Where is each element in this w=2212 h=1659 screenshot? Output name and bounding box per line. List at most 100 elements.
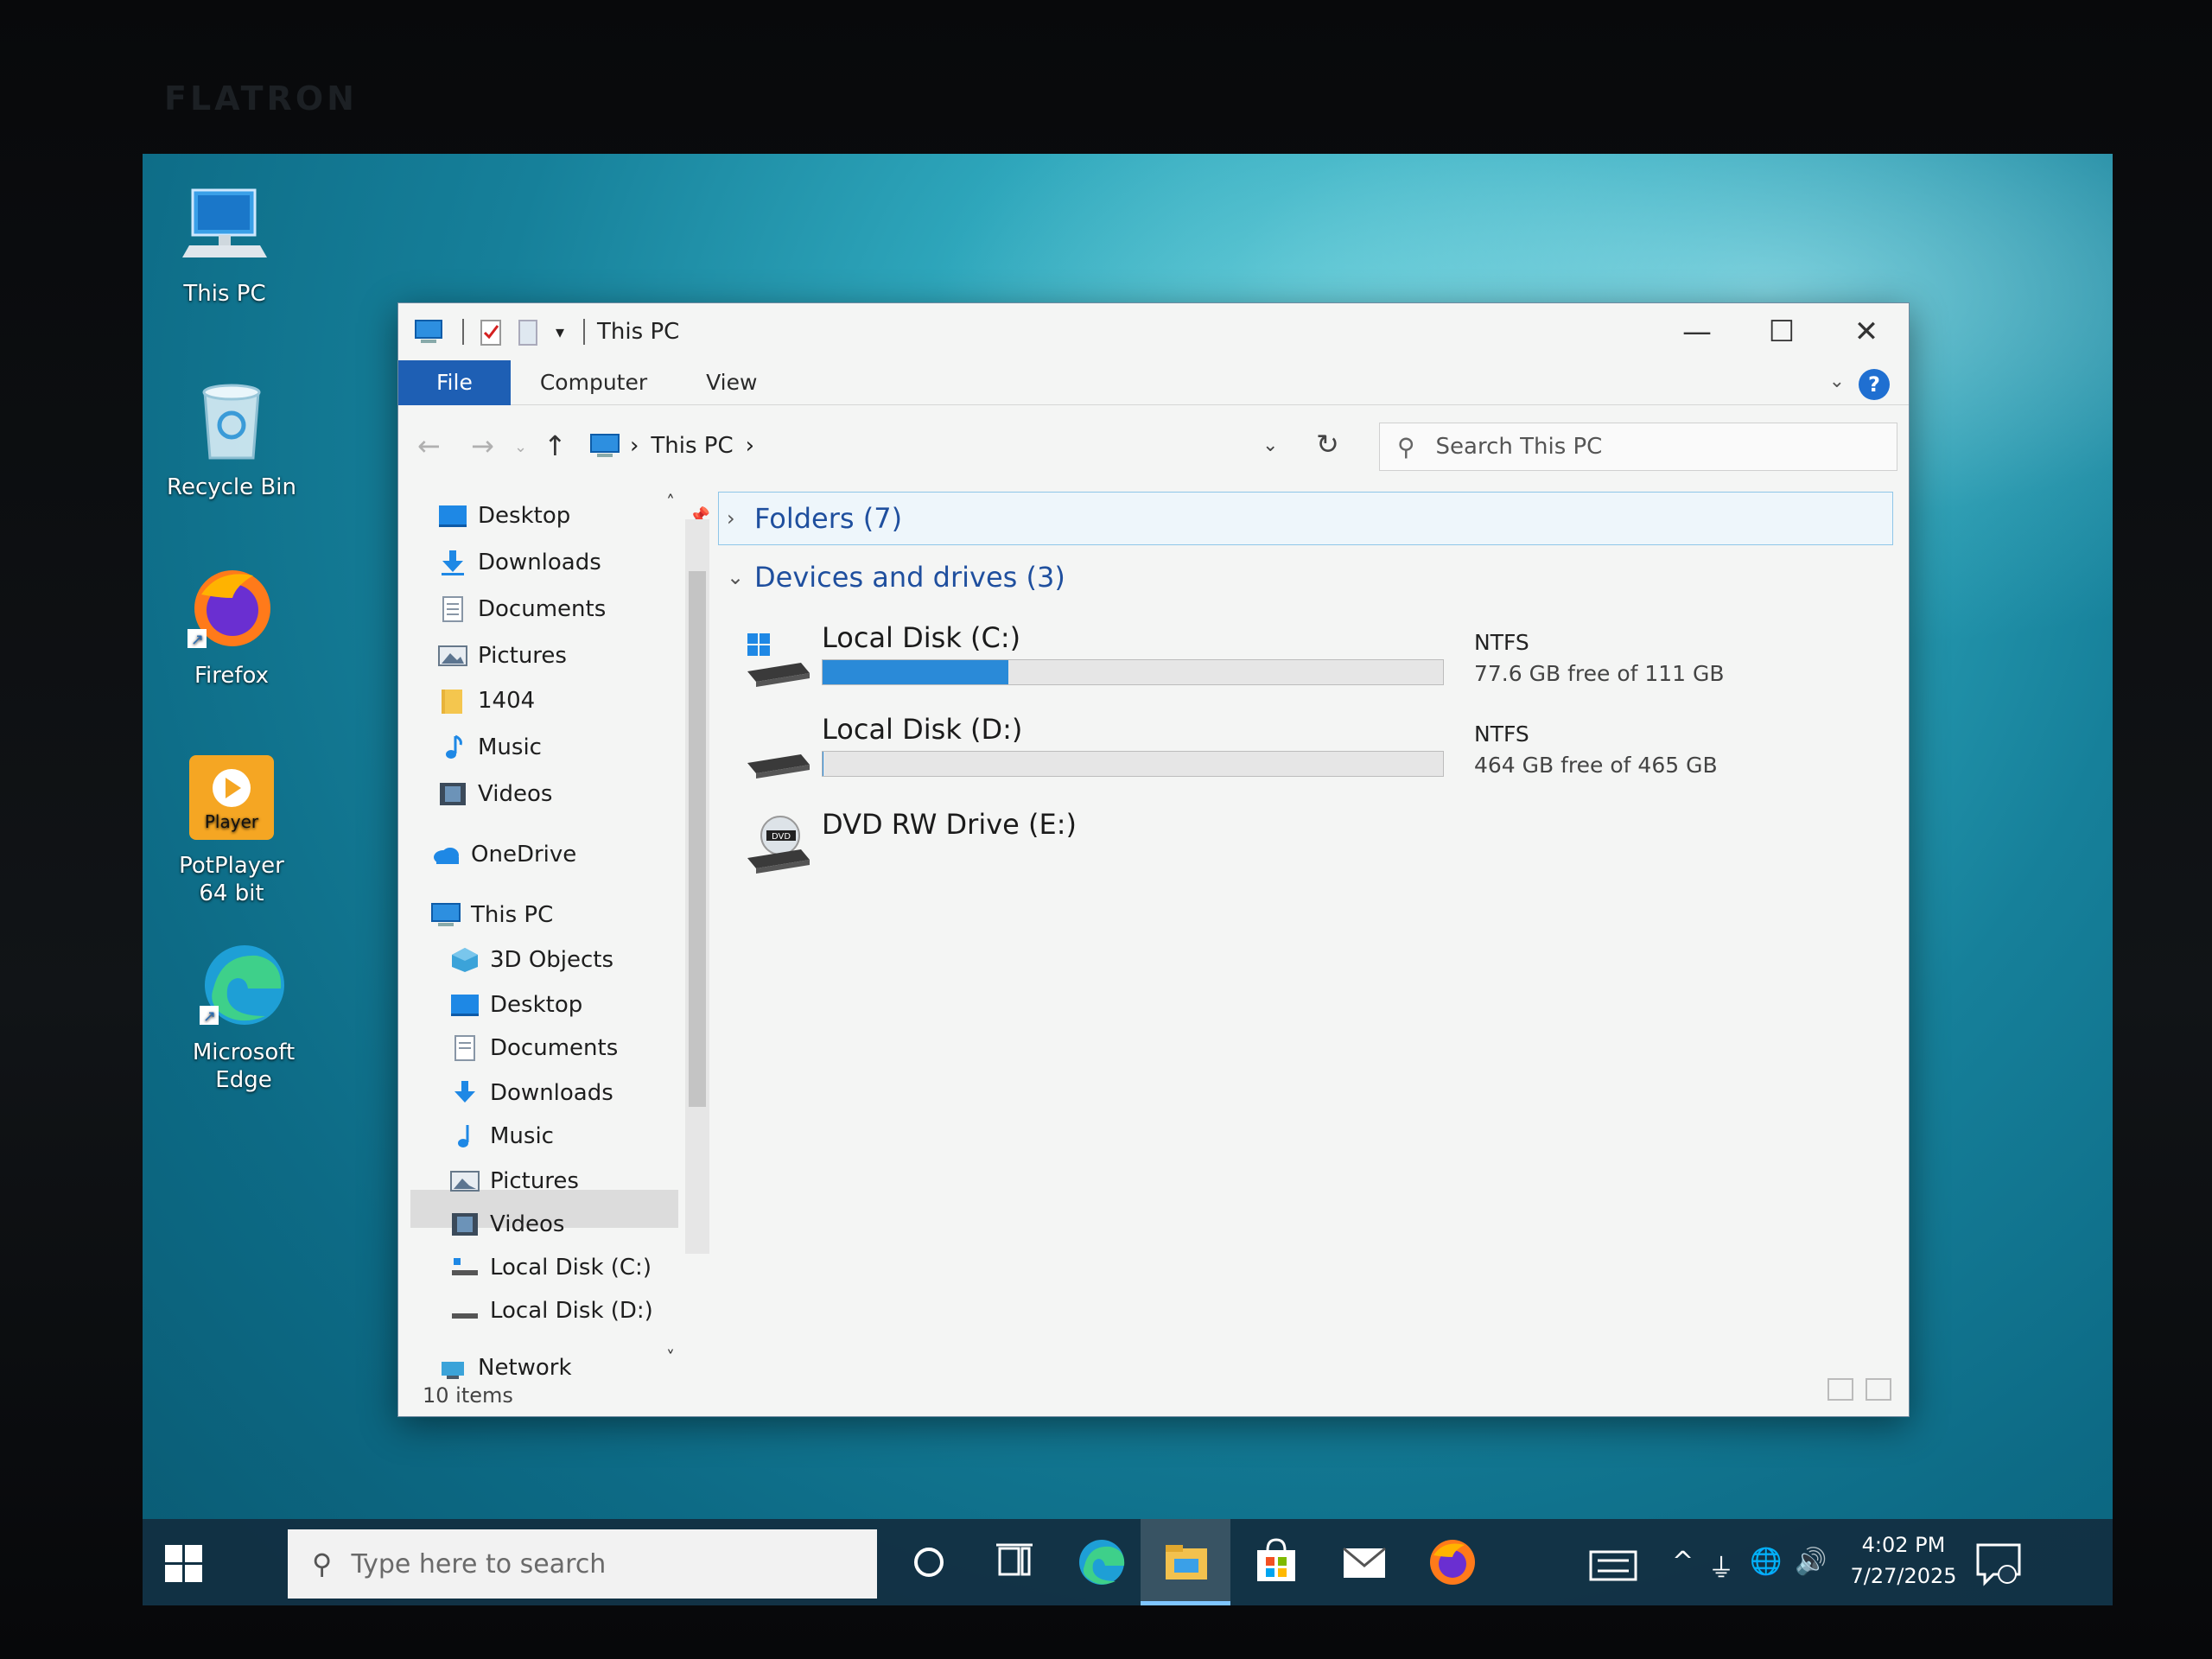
desktop-folder-icon — [439, 505, 467, 527]
large-icons-view-icon[interactable] — [1866, 1378, 1891, 1401]
file-explorer-icon[interactable] — [1160, 1536, 1212, 1588]
taskbar-search-input[interactable]: ⚲ Type here to search — [288, 1529, 877, 1599]
nav-item-videos[interactable]: Videos — [438, 777, 552, 811]
scrollbar-thumb[interactable] — [689, 571, 706, 1107]
address-dropdown-chevron-icon[interactable]: ⌄ — [1262, 435, 1278, 456]
nav-item-music[interactable]: Music — [450, 1119, 554, 1154]
nav-item-desktop[interactable]: Desktop — [450, 988, 582, 1022]
this-pc-icon — [431, 903, 461, 926]
desktop-icon-firefox[interactable]: ↗ Firefox — [149, 560, 314, 690]
drive-usage-fill — [823, 660, 1009, 684]
nav-scroll-up-icon[interactable]: ˄ — [666, 492, 675, 512]
drive-name: DVD RW Drive (E:) — [822, 808, 1077, 841]
nav-item-onedrive[interactable]: OneDrive — [431, 837, 576, 872]
cortana-icon[interactable] — [903, 1536, 955, 1588]
show-hidden-icons-chevron-icon[interactable]: ^ — [1672, 1547, 1694, 1577]
this-pc-icon — [177, 178, 272, 273]
clock[interactable]: 4:02 PM 7/27/2025 — [1843, 1529, 1964, 1592]
nav-item-3d-objects[interactable]: 3D Objects — [450, 943, 613, 977]
documents-icon — [454, 1035, 475, 1061]
volume-icon[interactable]: 🔊 — [1795, 1547, 1827, 1577]
store-icon[interactable] — [1250, 1536, 1302, 1588]
expand-ribbon-chevron-icon[interactable]: ⌄ — [1829, 371, 1845, 392]
nav-item-label: Network — [478, 1355, 572, 1381]
nav-item-label: Videos — [490, 1211, 565, 1237]
keyboard-icon[interactable] — [1587, 1540, 1639, 1592]
desktop-icon-recycle-bin[interactable]: Recycle Bin — [149, 372, 314, 501]
downloads-icon — [442, 550, 464, 575]
network-globe-icon[interactable]: 🌐 — [1750, 1547, 1782, 1577]
mail-icon[interactable] — [1338, 1536, 1390, 1588]
close-button[interactable]: ✕ — [1824, 303, 1909, 360]
nav-item-label: Local Disk (C:) — [490, 1255, 652, 1281]
dvd-logo-text: DVD — [772, 832, 791, 842]
taskbar: ⚲ Type here to search ^ ⏚ 🌐 🔊 4:02 PM 7/… — [143, 1519, 2113, 1605]
refresh-button[interactable]: ↻ — [1316, 428, 1339, 461]
nav-item-downloads[interactable]: Downloads 📌 — [438, 545, 710, 580]
search-input[interactable]: ⚲ Search This PC — [1379, 423, 1897, 471]
nav-item-desktop[interactable]: Desktop 📌 — [438, 499, 710, 533]
customize-quick-access-icon[interactable]: ▾ — [556, 321, 564, 342]
recent-locations-chevron-icon[interactable]: ⌄ — [514, 438, 527, 456]
group-header-folders[interactable]: › Folders (7) — [727, 502, 902, 535]
svg-text:↗: ↗ — [203, 1007, 216, 1026]
nav-item-music[interactable]: Music — [438, 730, 542, 765]
notifications-icon[interactable] — [1973, 1538, 2024, 1590]
drive-free-space: 77.6 GB free of 111 GB — [1474, 661, 1725, 686]
desktop-icon-this-pc[interactable]: This PC — [143, 178, 307, 308]
search-icon: ⚲ — [312, 1548, 333, 1580]
tab-view[interactable]: View — [677, 360, 786, 405]
breadcrumb-separator-icon[interactable]: › — [746, 433, 754, 459]
drive-filesystem: NTFS — [1474, 630, 1529, 655]
help-button[interactable]: ? — [1859, 369, 1890, 400]
nav-item-label: OneDrive — [471, 842, 577, 868]
battery-plug-icon[interactable]: ⏚ — [1708, 1547, 1734, 1585]
tab-file[interactable]: File — [398, 359, 511, 405]
drive-item-e[interactable]: DVD DVD RW Drive (E:) — [744, 803, 1885, 889]
nav-scroll-down-icon[interactable]: ˅ — [666, 1347, 675, 1368]
nav-item-local-disk-c[interactable]: Local Disk (C:) — [450, 1250, 652, 1285]
potplayer-icon: Player — [184, 750, 279, 845]
drive-item-d[interactable]: Local Disk (D:) NTFS 464 GB free of 465 … — [744, 713, 1885, 799]
nav-item-documents[interactable]: Documents — [450, 1031, 618, 1065]
nav-item-pictures[interactable]: Pictures — [450, 1164, 579, 1198]
videos-icon — [452, 1213, 478, 1236]
group-title: Folders (7) — [754, 502, 903, 535]
recycle-bin-icon — [184, 372, 279, 467]
nav-item-pictures[interactable]: Pictures 📌 — [438, 639, 710, 673]
nav-item-1404[interactable]: 1404 — [438, 683, 535, 718]
firefox-icon[interactable] — [1427, 1536, 1478, 1588]
desktop-icon-edge[interactable]: ↗ Microsoft Edge — [162, 937, 326, 1094]
desktop-icon-potplayer[interactable]: Player PotPlayer 64 bit — [149, 750, 314, 907]
nav-item-local-disk-d[interactable]: Local Disk (D:) — [450, 1294, 653, 1328]
task-view-icon[interactable] — [989, 1536, 1041, 1588]
breadcrumb-this-pc[interactable]: This PC — [651, 433, 733, 459]
address-bar[interactable]: › This PC › — [588, 423, 1159, 469]
group-header-devices[interactable]: ⌄ Devices and drives (3) — [727, 561, 1065, 594]
nav-item-documents[interactable]: Documents 📌 — [438, 592, 710, 626]
forward-button[interactable]: → — [471, 429, 494, 462]
nav-item-network[interactable]: Network — [438, 1351, 572, 1385]
nav-item-label: Music — [490, 1123, 554, 1149]
edge-icon[interactable] — [1076, 1536, 1128, 1588]
windows-start-icon[interactable] — [162, 1541, 205, 1585]
3d-objects-icon — [452, 948, 478, 972]
drive-item-c[interactable]: Local Disk (C:) NTFS 77.6 GB free of 111… — [744, 621, 1885, 708]
details-view-icon[interactable] — [1827, 1378, 1853, 1401]
nav-item-videos[interactable]: Videos — [450, 1207, 564, 1242]
nav-item-downloads[interactable]: Downloads — [450, 1076, 613, 1110]
breadcrumb-separator-icon[interactable]: › — [630, 433, 639, 459]
search-icon: ⚲ — [1397, 432, 1415, 461]
back-button[interactable]: ← — [417, 429, 441, 462]
maximize-button[interactable]: ☐ — [1739, 303, 1824, 360]
properties-icon[interactable] — [476, 317, 505, 346]
drive-usage-bar — [822, 659, 1444, 685]
pictures-icon — [450, 1171, 480, 1192]
nav-item-this-pc[interactable]: This PC — [431, 898, 553, 932]
up-button[interactable]: ↑ — [543, 429, 567, 462]
videos-icon — [440, 783, 466, 805]
nav-scrollbar[interactable] — [685, 519, 709, 1254]
minimize-button[interactable]: — — [1655, 303, 1739, 360]
tab-computer[interactable]: Computer — [511, 360, 677, 405]
new-folder-icon[interactable] — [512, 317, 542, 346]
